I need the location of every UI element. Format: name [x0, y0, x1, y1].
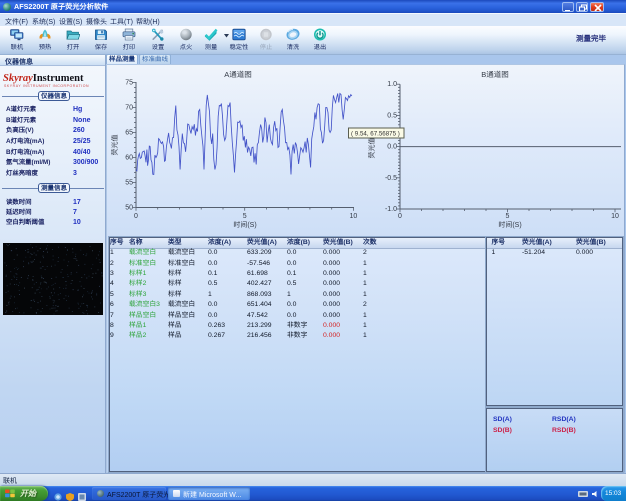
svg-text:1.0: 1.0 — [387, 81, 397, 88]
svg-text:0: 0 — [398, 213, 402, 220]
svg-text:0.5: 0.5 — [387, 112, 397, 119]
svg-text:( 9.54, 67.56875 ): ( 9.54, 67.56875 ) — [351, 131, 400, 138]
svg-text:50: 50 — [125, 205, 133, 212]
svg-text:55: 55 — [125, 180, 133, 187]
svg-text:10: 10 — [611, 213, 619, 220]
svg-text:0: 0 — [134, 213, 138, 220]
svg-text:荧光值: 荧光值 — [111, 135, 119, 156]
svg-text:5: 5 — [506, 213, 510, 220]
svg-text:75: 75 — [125, 80, 133, 87]
svg-text:时间(S): 时间(S) — [233, 221, 256, 229]
svg-text:60: 60 — [125, 155, 133, 162]
svg-text:-1.0: -1.0 — [385, 206, 397, 213]
svg-text:荧光值: 荧光值 — [368, 138, 376, 159]
svg-text:65: 65 — [125, 130, 133, 137]
svg-text:70: 70 — [125, 105, 133, 112]
svg-text:时间(S): 时间(S) — [498, 221, 521, 229]
svg-text:10: 10 — [350, 213, 358, 220]
svg-text:B通道图: B通道图 — [481, 70, 509, 79]
svg-text:0.0: 0.0 — [387, 144, 397, 151]
svg-text:A通道图: A通道图 — [224, 70, 252, 79]
svg-text:5: 5 — [243, 213, 247, 220]
svg-text:-0.5: -0.5 — [385, 175, 397, 182]
